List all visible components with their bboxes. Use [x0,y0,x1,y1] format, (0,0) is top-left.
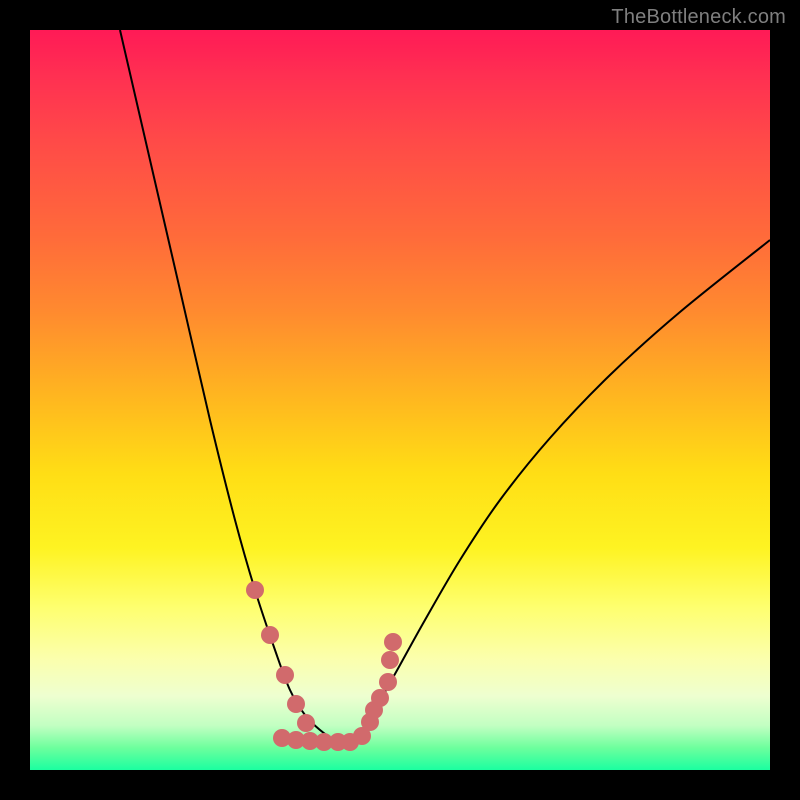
curve-marker [261,626,279,644]
curve-marker [371,689,389,707]
curve-marker [276,666,294,684]
curve-marker [384,633,402,651]
curve-marker [246,581,264,599]
curve-marker [379,673,397,691]
bottleneck-curve [120,30,770,743]
curve-markers [246,581,402,751]
curve-marker [297,714,315,732]
curve-marker [287,695,305,713]
watermark-text: TheBottleneck.com [611,6,786,29]
chart-area [30,30,770,770]
bottleneck-curve-svg [30,30,770,770]
curve-marker [381,651,399,669]
